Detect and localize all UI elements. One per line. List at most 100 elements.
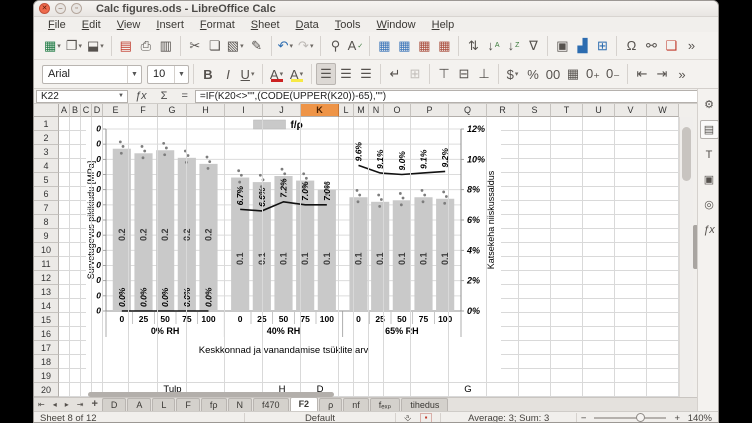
column-header-D[interactable]: D — [92, 104, 103, 117]
column-header-K[interactable]: K — [301, 104, 339, 117]
redo-button[interactable]: ↷▾ — [296, 35, 316, 57]
align-left-button[interactable]: ☰ — [316, 63, 336, 85]
insert-comment-button[interactable]: ❑ — [661, 35, 681, 57]
row-header-19[interactable]: 19 — [34, 369, 59, 383]
zoom-slider[interactable] — [594, 417, 666, 419]
navigator-deck-icon[interactable]: ◎ — [700, 195, 719, 214]
format-percent-button[interactable]: % — [523, 63, 543, 85]
chevron-down-icon[interactable]: ▼ — [118, 93, 127, 99]
delete-column-button[interactable]: ▦ — [434, 35, 454, 57]
menu-help[interactable]: Help — [424, 19, 463, 31]
sidebar-settings-icon[interactable]: ⚙ — [700, 95, 719, 114]
insert-mode-icon[interactable]: ⎀ — [396, 413, 420, 423]
column-header-V[interactable]: V — [615, 104, 647, 117]
sheet-tab-D[interactable]: D — [102, 398, 127, 411]
minimize-button[interactable]: – — [55, 3, 66, 14]
sheet-tab-f470[interactable]: f470 — [253, 398, 289, 411]
formula-input[interactable]: =IF(K20<>"",(CODE(UPPER(K20))-65),"") — [195, 90, 702, 103]
column-header-S[interactable]: S — [519, 104, 551, 117]
new-spreadsheet-button[interactable]: ▦▾ — [42, 35, 64, 57]
row-header-1[interactable]: 1 — [34, 117, 59, 131]
first-sheet-button[interactable]: ⇤ — [34, 398, 49, 411]
insert-image-button[interactable]: ▣ — [552, 35, 572, 57]
sheet-tab-ρ[interactable]: ρ — [319, 398, 342, 411]
center-vertically-button[interactable]: ⊟ — [454, 63, 474, 85]
sheet-tab-A[interactable]: A — [127, 398, 151, 411]
bold-button[interactable]: B — [198, 63, 218, 85]
equals-icon[interactable]: = — [174, 90, 194, 102]
chevron-down-icon[interactable]: ▾ — [239, 42, 245, 50]
row-header-4[interactable]: 4 — [34, 159, 59, 173]
save-button[interactable]: ⬓▾ — [85, 35, 107, 57]
row-header-5[interactable]: 5 — [34, 173, 59, 187]
zoom-out-button[interactable]: − — [577, 413, 591, 423]
menu-file[interactable]: File — [40, 19, 74, 31]
menu-view[interactable]: View — [109, 19, 149, 31]
vertical-scrollbar-thumb[interactable] — [682, 127, 691, 181]
sheet-tab-F2[interactable]: F2 — [290, 397, 319, 411]
column-header-E[interactable]: E — [103, 104, 129, 117]
close-button[interactable]: ✕ — [39, 3, 50, 14]
document-modified-icon[interactable]: ▪ — [420, 413, 433, 423]
zoom-slider-thumb[interactable] — [636, 413, 645, 422]
insert-chart-button[interactable]: ▟ — [572, 35, 592, 57]
increase-indent-button[interactable]: ⇥ — [652, 63, 672, 85]
column-header-P[interactable]: P — [411, 104, 449, 117]
cut-button[interactable]: ✂ — [185, 35, 205, 57]
paste-button[interactable]: ▧▾ — [225, 35, 247, 57]
sheet-tab-nf[interactable]: nf — [343, 398, 369, 411]
row-header-13[interactable]: 13 — [34, 285, 59, 299]
row-header-6[interactable]: 6 — [34, 187, 59, 201]
special-character-button[interactable]: Ω — [621, 35, 641, 57]
chevron-down-icon[interactable]: ▾ — [514, 70, 520, 78]
spelling-button[interactable]: A✓ — [345, 35, 365, 57]
sort-ascending-button[interactable]: ↓A — [483, 35, 503, 57]
sheet-tab-F[interactable]: F — [176, 398, 200, 411]
row-header-2[interactable]: 2 — [34, 131, 59, 145]
styles-deck-icon[interactable]: T — [700, 145, 719, 164]
cell-Q20[interactable]: G — [464, 383, 471, 397]
row-header-12[interactable]: 12 — [34, 271, 59, 285]
sheet-info[interactable]: Sheet 8 of 12 — [34, 413, 244, 423]
column-header-I[interactable]: I — [225, 104, 263, 117]
merge-cells-button[interactable]: ⊞ — [405, 63, 425, 85]
column-header-C[interactable]: C — [81, 104, 92, 117]
add-decimal-button[interactable]: 0₊ — [583, 63, 603, 85]
properties-deck-icon[interactable]: ▤ — [700, 120, 719, 139]
functions-deck-icon[interactable]: ƒx — [700, 220, 719, 239]
align-center-button[interactable]: ☰ — [336, 63, 356, 85]
export-pdf-button[interactable]: ▤ — [116, 35, 136, 57]
format-date-button[interactable]: ▦ — [563, 63, 583, 85]
name-box[interactable]: K22 ▼ — [36, 90, 128, 103]
selection-stats[interactable]: Average: 3; Sum: 3 — [441, 413, 575, 423]
print-button[interactable]: ⎙ — [136, 35, 156, 57]
font-name-combo[interactable]: Arial ▼ — [42, 65, 142, 84]
add-sheet-button[interactable]: + — [87, 398, 101, 411]
column-header-F[interactable]: F — [129, 104, 158, 117]
align-bottom-button[interactable]: ⊥ — [474, 63, 494, 85]
delete-row-button[interactable]: ▦ — [414, 35, 434, 57]
row-header-10[interactable]: 10 — [34, 243, 59, 257]
format-number-button[interactable]: 00 — [543, 63, 563, 85]
align-right-button[interactable]: ☰ — [356, 63, 376, 85]
column-header-T[interactable]: T — [551, 104, 583, 117]
row-header-15[interactable]: 15 — [34, 313, 59, 327]
underline-button[interactable]: U▾ — [238, 63, 258, 85]
chevron-down-icon[interactable]: ▼ — [127, 66, 141, 83]
insert-row-above-button[interactable]: ▦ — [374, 35, 394, 57]
copy-button[interactable]: ❏ — [205, 35, 225, 57]
chevron-down-icon[interactable]: ▾ — [250, 70, 256, 78]
column-header-B[interactable]: B — [70, 104, 81, 117]
delete-decimal-button[interactable]: 0₋ — [603, 63, 623, 85]
row-header-17[interactable]: 17 — [34, 341, 59, 355]
column-header-H[interactable]: H — [187, 104, 225, 117]
column-header-N[interactable]: N — [369, 104, 384, 117]
row-header-3[interactable]: 3 — [34, 145, 59, 159]
chevron-down-icon[interactable]: ▾ — [77, 42, 83, 50]
menu-tools[interactable]: Tools — [327, 19, 369, 31]
column-header-Q[interactable]: Q — [449, 104, 487, 117]
decrease-indent-button[interactable]: ⇤ — [632, 63, 652, 85]
format-currency-button[interactable]: $▾ — [503, 63, 523, 85]
maximize-button[interactable]: ▫ — [71, 3, 82, 14]
column-header-O[interactable]: O — [384, 104, 411, 117]
